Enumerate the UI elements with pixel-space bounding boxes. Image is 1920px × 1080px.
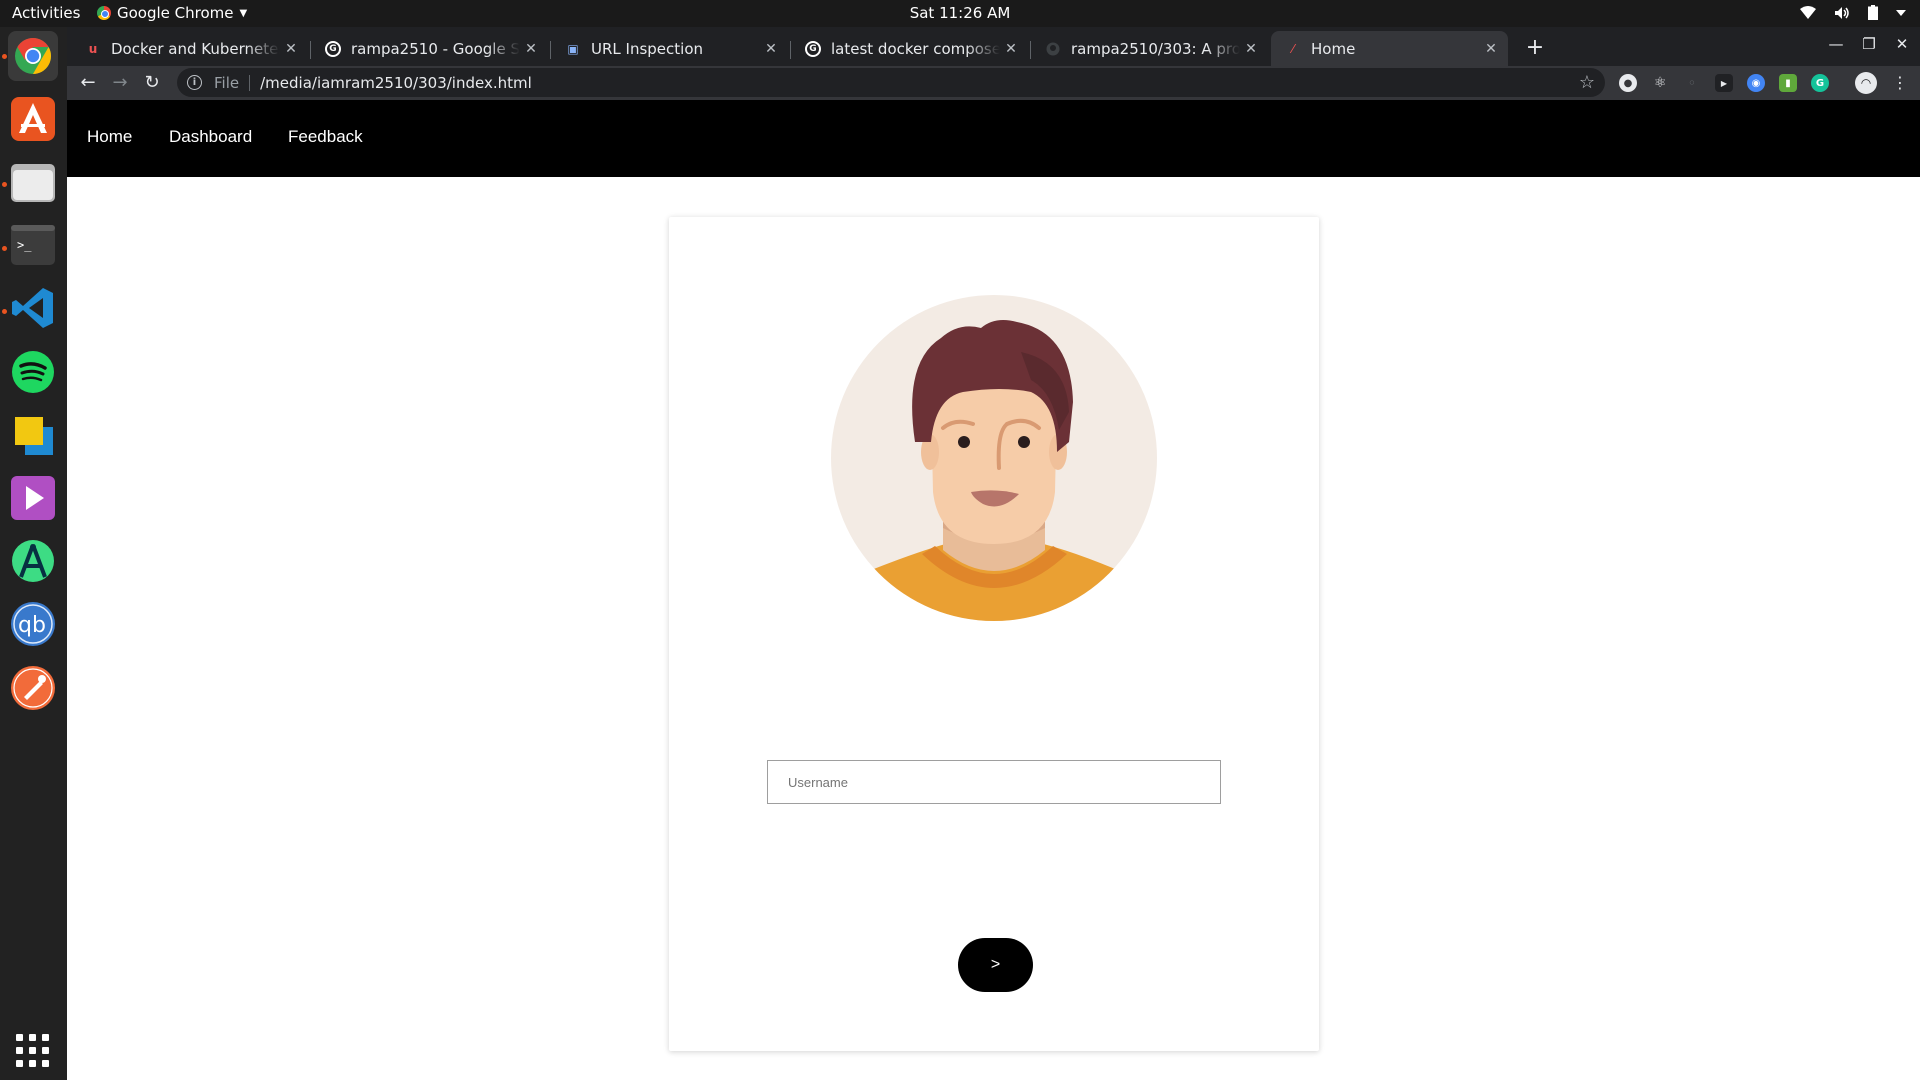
system-top-bar: Activities Google Chrome ▼ Sat 11:26 AM [0,0,1920,27]
github-icon [1045,41,1061,57]
dock-files[interactable] [8,157,58,207]
site-nav: Home Dashboard Feedback [67,100,1920,177]
show-applications-icon[interactable] [16,1034,50,1068]
dock-chrome[interactable] [8,31,58,81]
tab-home[interactable]: ⁄ Home ✕ [1271,31,1508,66]
search-console-icon: ▣ [567,41,579,56]
dock-software-center[interactable] [8,94,58,144]
url-text[interactable]: /media/iamram2510/303/index.html [260,74,1579,92]
running-indicator [2,54,7,59]
new-tab-button[interactable]: + [1522,36,1548,62]
minimize-icon[interactable]: — [1824,35,1848,53]
reload-icon[interactable]: ↻ [139,70,165,96]
forward-icon[interactable]: → [107,70,133,96]
running-indicator [2,309,7,314]
extension-icon-1[interactable]: ● [1619,74,1637,92]
close-tab-icon[interactable]: ✕ [1240,41,1262,57]
tab-docker-kubernetes[interactable]: u Docker and Kubernetes: T ✕ [71,31,308,66]
close-tab-icon[interactable]: ✕ [1480,41,1502,57]
dock-postman[interactable] [8,663,58,713]
stacks-icon [15,417,53,455]
running-indicator [2,246,7,251]
nav-home[interactable]: Home [87,127,132,147]
address-bar[interactable]: i File /media/iamram2510/303/index.html … [177,68,1605,97]
nav-feedback[interactable]: Feedback [288,127,363,147]
page-viewport: Home Dashboard Feedback Username > [67,100,1920,1080]
dock-vscode[interactable] [8,283,58,333]
user-avatar-illustration [831,295,1157,621]
caret-down-icon: ▼ [239,7,248,19]
tab-title: latest docker compose ve [831,39,1000,58]
close-tab-icon[interactable]: ✕ [760,41,782,57]
back-icon[interactable]: ← [75,70,101,96]
profile-avatar-icon[interactable]: ◠ [1855,72,1877,94]
google-icon: G [325,40,341,57]
tab-title: Home [1311,39,1356,58]
android-studio-icon [12,540,54,582]
svg-text:>_: >_ [17,238,32,252]
media-player-icon [11,476,55,520]
terminal-icon: >_ [11,225,55,265]
dock-terminal[interactable]: >_ [8,220,58,270]
more-menu-icon[interactable]: ⋮ [1887,70,1913,96]
extension-icon-3[interactable]: ◦ [1683,74,1701,92]
svg-text:qb: qb [18,613,46,638]
tab-url-inspection[interactable]: ▣ URL Inspection ✕ [551,31,788,66]
volume-icon [1835,6,1849,19]
login-card: > [669,217,1319,1051]
vscode-icon [12,288,53,328]
activities-button[interactable]: Activities [12,4,80,22]
tab-title: rampa2510/303: A project [1071,39,1240,58]
browser-toolbar: ← → ↻ i File /media/iamram2510/303/index… [67,66,1920,100]
files-icon [11,164,55,202]
tab-google-search[interactable]: G rampa2510 - Google Searc ✕ [311,31,548,66]
restore-icon[interactable]: ❐ [1857,35,1881,53]
tab-title: rampa2510 - Google Searc [351,39,520,58]
grammarly-icon[interactable]: G [1811,74,1829,92]
close-tab-icon[interactable]: ✕ [280,41,302,57]
extension-icon-5[interactable]: ◉ [1747,74,1765,92]
close-tab-icon[interactable]: ✕ [520,41,542,57]
dock-media-player[interactable] [8,473,58,523]
dock-stacks[interactable] [8,410,58,460]
tab-docker-compose[interactable]: G latest docker compose ve ✕ [791,31,1028,66]
tab-title: URL Inspection [591,39,704,58]
running-indicator [2,182,7,187]
url-scheme: File [214,73,240,92]
system-tray[interactable] [1800,5,1906,20]
extension-icon-6[interactable]: ▮ [1779,74,1797,92]
dock-qbittorrent[interactable]: qb [8,599,58,649]
postman-icon [11,666,55,710]
page-icon: ⁄ [1291,41,1294,56]
react-devtools-icon[interactable]: ⚛ [1651,74,1669,92]
close-tab-icon[interactable]: ✕ [1000,41,1022,57]
chrome-icon [15,37,52,75]
software-center-icon [11,97,55,141]
info-icon[interactable]: i [187,75,202,90]
google-icon: G [805,40,821,57]
app-menu[interactable]: Google Chrome ▼ [97,4,247,22]
app-menu-label: Google Chrome [117,4,234,22]
wifi-icon [1800,5,1816,19]
chrome-icon [97,6,111,20]
tab-strip: u Docker and Kubernetes: T ✕ G rampa2510… [67,27,1920,66]
power-menu-icon [1896,9,1906,16]
spotify-icon [12,351,54,393]
submit-button[interactable]: > [958,938,1033,992]
dock-android-studio[interactable] [8,536,58,586]
bookmark-star-icon[interactable]: ☆ [1579,72,1595,93]
username-input[interactable] [767,760,1221,804]
dock-spotify[interactable] [8,347,58,397]
clock[interactable]: Sat 11:26 AM [910,4,1011,22]
battery-icon [1868,5,1878,20]
nav-dashboard[interactable]: Dashboard [169,127,252,147]
close-window-icon[interactable]: ✕ [1890,35,1914,53]
qbittorrent-icon: qb [11,602,55,646]
tab-github-project[interactable]: rampa2510/303: A project ✕ [1031,31,1268,66]
dock: >_ qb [0,27,67,1080]
tab-title: Docker and Kubernetes: T [111,39,280,58]
youtube-extension-icon[interactable]: ▶ [1715,74,1733,92]
udemy-icon: u [88,41,98,56]
